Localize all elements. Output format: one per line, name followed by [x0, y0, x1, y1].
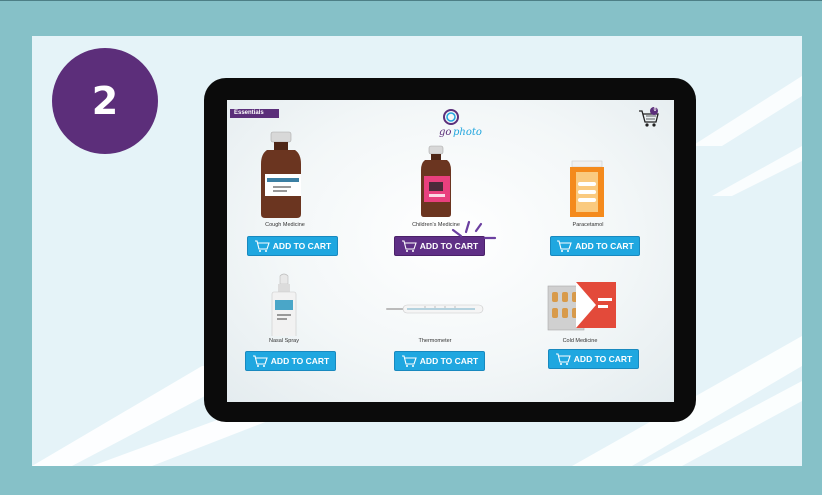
cough-medicine-bottle-icon — [261, 131, 301, 218]
product-card-childrens-medicine: Children's Medicine — [366, 130, 506, 230]
add-to-cart-button-cold-medicine[interactable]: ADD TO CART — [548, 349, 639, 369]
product-name: Nasal Spray — [269, 338, 299, 344]
thermometer-icon — [386, 304, 484, 314]
step-number-badge: 2 — [52, 48, 158, 154]
add-to-cart-button-nasal-spray[interactable]: ADD TO CART — [245, 351, 336, 371]
product-name: Cold Medicine — [562, 338, 598, 344]
childrens-medicine-bottle-icon — [421, 145, 451, 217]
tablet-screen: Essentials go photo 0 Cough Medicine ADD… — [227, 100, 674, 402]
product-card-thermometer: Thermometer — [365, 246, 505, 346]
product-card-cough-medicine: Cough Medicine — [227, 130, 355, 230]
cart-icon — [555, 353, 571, 365]
section-label-essentials[interactable]: Essentials — [230, 109, 279, 118]
nasal-spray-bottle-icon — [271, 273, 297, 339]
top-border — [0, 0, 822, 13]
cart-icon — [252, 355, 268, 367]
product-name: Cough Medicine — [265, 222, 305, 228]
product-card-cold-medicine: Cold Medicine — [510, 246, 650, 346]
product-name: Paracetamol — [572, 222, 604, 228]
product-name: Thermometer — [418, 338, 452, 344]
cold-medicine-box-icon — [547, 282, 616, 331]
cart-count-badge: 0 — [653, 107, 657, 113]
product-card-nasal-spray: Nasal Spray — [227, 246, 354, 346]
product-card-paracetamol: Paracetamol — [518, 130, 658, 230]
cart-icon — [401, 355, 417, 367]
add-to-cart-button-thermometer[interactable]: ADD TO CART — [394, 351, 485, 371]
paracetamol-bottle-icon — [570, 160, 604, 217]
click-sparkle-icon — [451, 220, 497, 240]
